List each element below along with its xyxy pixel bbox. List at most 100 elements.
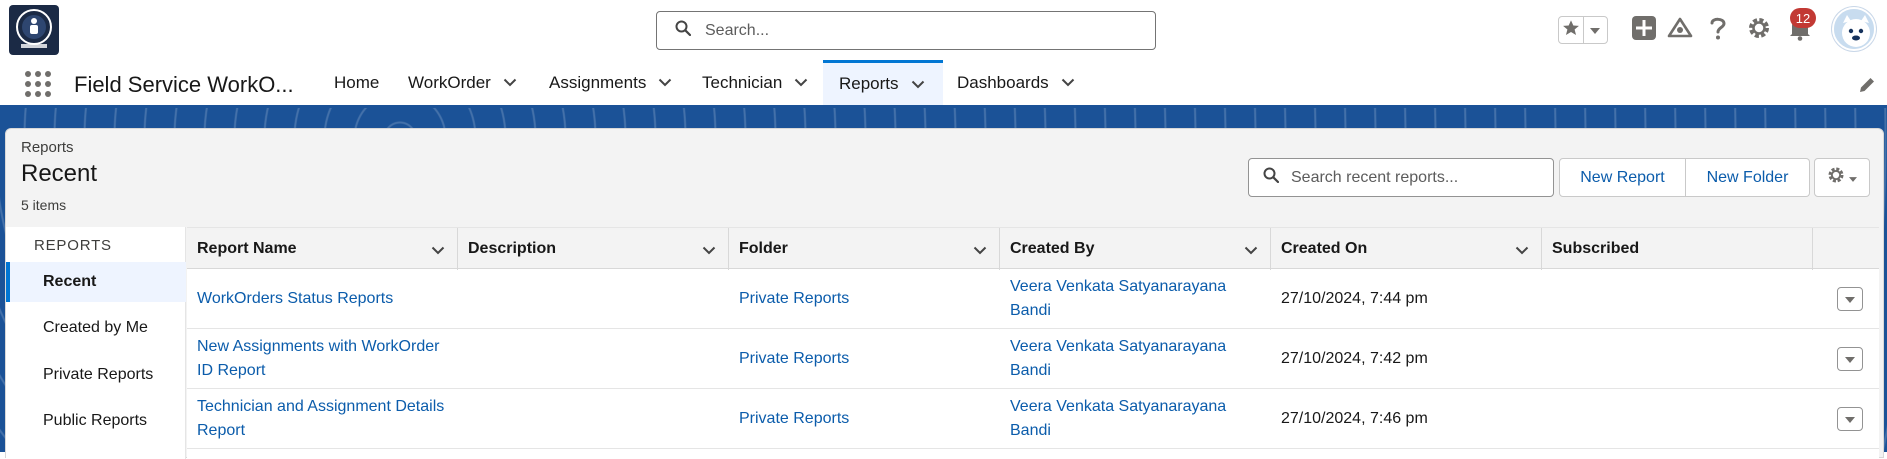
nav-tab-label: Home — [334, 72, 380, 92]
subscribed-cell — [1542, 269, 1813, 329]
created-by-cell: Veera Venkata Satyanarayana Bandi — [1000, 389, 1230, 449]
created-by-link[interactable]: Veera Venkata Satyanarayana Bandi — [1010, 335, 1230, 383]
pencil-icon — [1858, 78, 1876, 98]
row-actions-button[interactable] — [1837, 347, 1863, 371]
created-on-cell: 27/10/2024, 7:42 pm — [1281, 350, 1428, 367]
sidebar-item-private-reports[interactable]: Private Reports — [6, 355, 186, 395]
trailhead-button[interactable] — [1666, 16, 1694, 44]
folder-cell: Private Reports — [729, 389, 1000, 449]
folder-link[interactable]: Private Reports — [739, 407, 849, 431]
table-row: Technician and Assignment Details Report… — [187, 389, 1879, 449]
new-report-button[interactable]: New Report — [1559, 158, 1686, 197]
app-name: Field Service WorkO... — [74, 72, 294, 97]
help-button[interactable] — [1704, 16, 1732, 44]
global-actions-button[interactable] — [1630, 15, 1658, 46]
column-header-report-name[interactable]: Report Name — [187, 228, 458, 270]
global-header: Search... 12 — [0, 0, 1887, 60]
created-on-cell: 27/10/2024, 7:44 pm — [1281, 290, 1428, 307]
edit-nav-button[interactable] — [1858, 76, 1876, 94]
gear-icon — [1827, 166, 1845, 189]
report-name-link[interactable]: Technician and Assignment Details Report — [197, 395, 458, 443]
report-name-cell: WorkOrders Status Reports — [187, 269, 458, 329]
created-by-link[interactable]: Veera Venkata Satyanarayana Bandi — [1010, 275, 1230, 323]
column-header-label: Description — [468, 240, 557, 257]
description-cell — [458, 329, 729, 389]
new-folder-button[interactable]: New Folder — [1686, 158, 1810, 197]
global-search[interactable]: Search... — [656, 11, 1156, 50]
report-name-link[interactable]: WorkOrders Status Reports — [197, 287, 393, 311]
chevron-down-icon[interactable] — [702, 242, 716, 260]
description-cell — [458, 269, 729, 329]
setup-button[interactable] — [1745, 16, 1773, 44]
favorites-menu-button[interactable] — [1582, 17, 1608, 43]
column-header-subscribed[interactable]: Subscribed — [1542, 228, 1813, 270]
subscribed-cell — [1542, 329, 1813, 389]
item-count: 5 items — [21, 197, 67, 213]
sidebar-item-label: Private Reports — [43, 366, 154, 383]
sidebar-item-label: Created by Me — [43, 319, 148, 336]
created-by-link[interactable]: Veera Venkata Satyanarayana Bandi — [1010, 395, 1230, 443]
nav-tab-label: WorkOrder — [408, 72, 491, 92]
nav-tab-label: Technician — [702, 72, 783, 92]
favorites-group — [1558, 16, 1608, 44]
reports-sidebar: REPORTS Recent Created by Me Private Rep… — [6, 227, 186, 459]
row-actions-button[interactable] — [1837, 407, 1863, 431]
list-settings-button[interactable] — [1814, 158, 1870, 197]
search-icon — [675, 20, 692, 41]
chevron-down-icon[interactable] — [1244, 242, 1258, 260]
folder-link[interactable]: Private Reports — [739, 347, 849, 371]
caret-down-icon — [1845, 350, 1855, 368]
nav-tab-workorder[interactable]: WorkOrder — [396, 60, 528, 105]
report-name-link[interactable]: New Assignments with WorkOrder ID Report — [197, 335, 458, 383]
nav-tab-technician[interactable]: Technician — [690, 60, 815, 105]
user-avatar[interactable] — [1832, 7, 1876, 51]
plus-icon — [1631, 15, 1657, 46]
row-actions-button[interactable] — [1837, 287, 1863, 311]
created-by-cell: Veera Venkata Satyanarayana Bandi — [1000, 329, 1230, 389]
app-launcher-button[interactable] — [24, 70, 52, 98]
chevron-down-icon[interactable] — [658, 78, 672, 87]
star-icon — [1562, 19, 1580, 42]
table-row: WorkOrders Status Reports Private Report… — [187, 269, 1879, 329]
nav-tab-label: Dashboards — [957, 72, 1049, 92]
reports-table: Report Name Description Folder Created B… — [187, 227, 1879, 459]
chevron-down-icon[interactable] — [503, 78, 517, 87]
trailhead-icon — [1667, 16, 1693, 45]
favorites-star-button[interactable] — [1559, 17, 1583, 43]
search-recent-reports-placeholder: Search recent reports... — [1291, 168, 1459, 186]
sidebar-item-public-reports[interactable]: Public Reports — [6, 401, 186, 441]
org-logo[interactable] — [9, 5, 59, 55]
notification-count-badge: 12 — [1790, 8, 1816, 28]
nav-tab-home[interactable]: Home — [322, 60, 392, 105]
chevron-down-icon[interactable] — [794, 78, 808, 87]
created-by-cell: Veera Venkata Satyanarayana Bandi — [1000, 269, 1230, 329]
column-header-folder[interactable]: Folder — [729, 228, 1000, 270]
nav-tab-dashboards[interactable]: Dashboards — [945, 60, 1080, 105]
created-on-cell: 27/10/2024, 7:46 pm — [1281, 410, 1428, 427]
sidebar-item-created-by-me[interactable]: Created by Me — [6, 308, 186, 348]
chevron-down-icon[interactable] — [973, 242, 987, 260]
search-recent-reports-input[interactable]: Search recent reports... — [1248, 158, 1554, 197]
caret-down-icon — [1849, 169, 1857, 187]
sidebar-item-recent[interactable]: Recent — [6, 262, 186, 302]
search-icon — [1263, 167, 1280, 188]
nav-tab-assignments[interactable]: Assignments — [537, 60, 677, 105]
chevron-down-icon[interactable] — [1515, 242, 1529, 260]
subscribed-cell — [1542, 389, 1813, 449]
table-row: New Assignments with WorkOrder ID Report… — [187, 329, 1879, 389]
sidebar-item-label: Public Reports — [43, 412, 148, 429]
column-header-created-on[interactable]: Created On — [1271, 228, 1542, 270]
reports-list-card: Reports Recent 5 items Search recent rep… — [5, 128, 1884, 459]
column-header-created-by[interactable]: Created By — [1000, 228, 1271, 270]
global-search-placeholder: Search... — [705, 21, 770, 39]
column-header-description[interactable]: Description — [458, 228, 729, 270]
chevron-down-icon[interactable] — [1061, 78, 1075, 87]
nav-tab-label: Reports — [839, 74, 899, 93]
folder-link[interactable]: Private Reports — [739, 287, 849, 311]
folder-cell: Private Reports — [729, 329, 1000, 389]
chevron-down-icon[interactable] — [911, 80, 925, 89]
column-header-label: Report Name — [197, 240, 297, 257]
chevron-down-icon[interactable] — [431, 242, 445, 260]
column-header-label: Created On — [1281, 240, 1368, 257]
nav-tab-reports[interactable]: Reports — [823, 60, 943, 105]
